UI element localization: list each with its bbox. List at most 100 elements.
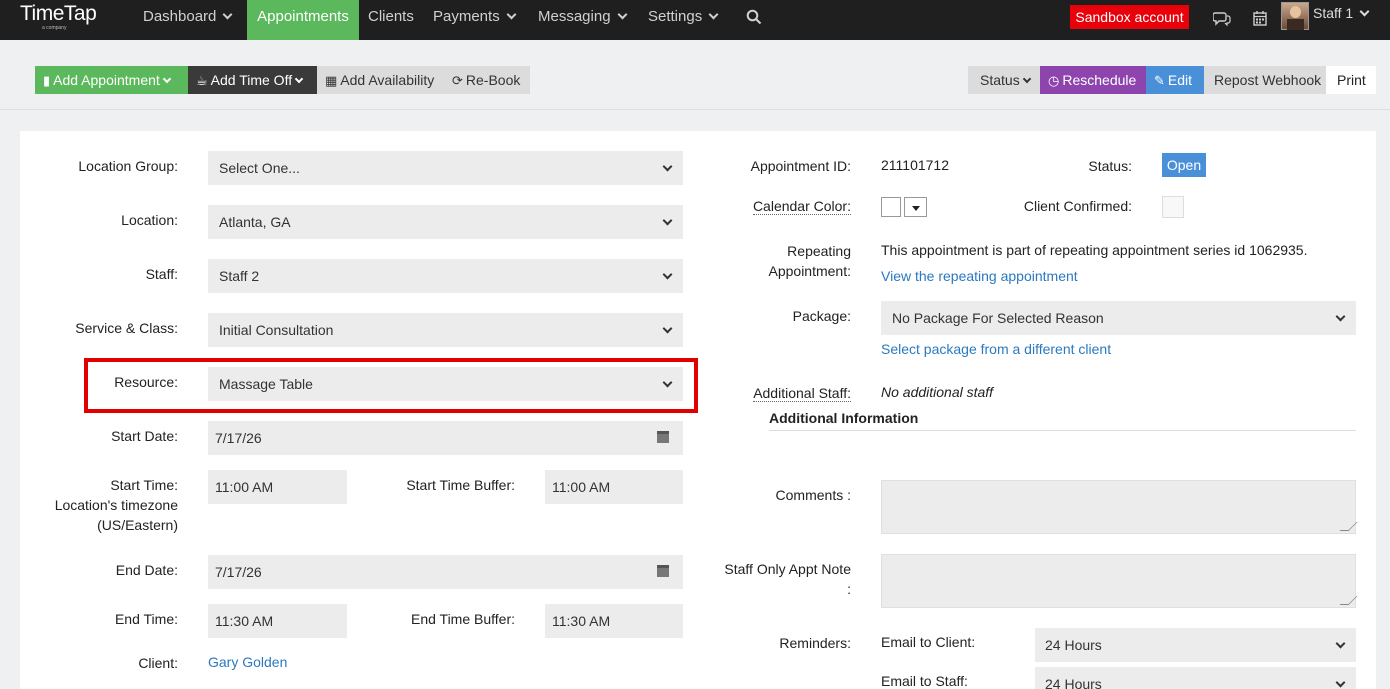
view-repeating-link[interactable]: View the repeating appointment [881, 268, 1078, 284]
comments-textarea[interactable] [881, 480, 1356, 534]
reschedule-button[interactable]: ◷ Reschedule [1040, 66, 1146, 94]
nav-dashboard-label: Dashboard [143, 8, 217, 25]
nav-appointments[interactable]: Appointments [247, 0, 359, 46]
add-availability-label: Add Availability [340, 72, 435, 88]
package-select[interactable]: No Package For Selected Reason [881, 301, 1356, 335]
user-menu[interactable]: Staff 1 [1313, 5, 1370, 21]
print-button[interactable]: Print [1326, 66, 1376, 94]
location-label: Location: [121, 212, 178, 228]
nav-clients[interactable]: Clients [368, 0, 414, 40]
nav-payments[interactable]: Payments [433, 0, 517, 40]
calendar-color-dropdown[interactable] [904, 197, 927, 217]
staff-select[interactable]: Staff 2 [208, 259, 683, 293]
chevron-down-icon [294, 74, 304, 84]
client-label: Client: [138, 655, 178, 671]
end-time-input[interactable]: 11:30 AM [208, 604, 347, 638]
email-staff-label: Email to Staff: [881, 673, 968, 689]
start-buffer-label: Start Time Buffer: [406, 477, 515, 493]
reminders-label: Reminders: [779, 635, 851, 651]
user-avatar[interactable] [1281, 2, 1309, 30]
status-dropdown-button[interactable]: Status [968, 66, 1040, 94]
location-group-select[interactable]: Select One... [208, 151, 683, 185]
section-divider [769, 430, 1356, 431]
sandbox-account-badge: Sandbox account [1070, 5, 1189, 29]
additional-information-heading: Additional Information [769, 410, 919, 426]
staff-label: Staff: [145, 266, 178, 282]
refresh-icon: ⟳ [452, 73, 463, 88]
reschedule-label: Reschedule [1062, 72, 1137, 88]
calendar-icon[interactable] [657, 565, 669, 577]
status-badge: Open [1162, 153, 1206, 177]
status-label: Status: [1088, 158, 1132, 174]
repeating-label-line2: Appointment: [768, 263, 852, 279]
add-appointment-label: Add Appointment [53, 72, 160, 88]
location-group-value: Select One... [219, 160, 300, 176]
nav-messaging-label: Messaging [538, 8, 611, 25]
chevron-down-icon [662, 323, 673, 334]
chevron-down-icon [1335, 677, 1346, 688]
add-availability-button[interactable]: ▦ Add Availability [317, 66, 444, 94]
rebook-button[interactable]: ⟳ Re-Book [444, 66, 530, 94]
clock-icon: ◷ [1048, 73, 1060, 88]
pencil-icon: ✎ [1154, 73, 1165, 88]
start-buffer-value: 11:00 AM [552, 479, 611, 495]
end-buffer-input[interactable]: 11:30 AM [545, 604, 683, 638]
chevron-down-icon [708, 9, 719, 20]
chevron-down-icon [1335, 311, 1346, 322]
timetap-logo[interactable]: TimeTap a company [18, 2, 118, 35]
staff-note-textarea[interactable] [881, 554, 1356, 608]
repost-webhook-button[interactable]: Repost Webhook [1204, 66, 1326, 94]
status-button-label: Status [980, 72, 1020, 88]
chat-icon[interactable] [1213, 10, 1231, 26]
start-time-input[interactable]: 11:00 AM [208, 470, 347, 504]
calendar-color-swatch[interactable] [881, 197, 901, 217]
add-time-off-button[interactable]: ☕ Add Time Off [188, 66, 317, 94]
additional-staff-label-text: Additional Staff: [753, 385, 851, 402]
location-select[interactable]: Atlanta, GA [208, 205, 683, 239]
action-toolbar: ▮ Add Appointment ☕ Add Time Off ▦ Add Avai… [0, 40, 1390, 110]
client-link[interactable]: Gary Golden [208, 654, 287, 670]
start-time-value: 11:00 AM [215, 479, 274, 495]
staff-value: Staff 2 [219, 268, 260, 284]
email-staff-select[interactable]: 24 Hours [1035, 667, 1356, 689]
email-client-label: Email to Client: [881, 634, 976, 650]
service-label: Service & Class: [75, 320, 178, 336]
start-time-label-line1: Start Time: [110, 477, 178, 493]
end-buffer-value: 11:30 AM [552, 613, 611, 629]
service-select[interactable]: Initial Consultation [208, 313, 683, 347]
search-icon[interactable] [746, 9, 762, 25]
print-label: Print [1337, 72, 1366, 88]
comments-label: Comments : [775, 487, 851, 503]
staff-note-label-line1: Staff Only Appt Note [724, 561, 851, 577]
start-date-input[interactable]: 7/17/26 [208, 421, 683, 455]
chevron-down-icon [617, 9, 627, 20]
calendar-icon[interactable] [1253, 10, 1267, 26]
edit-button[interactable]: ✎ Edit [1146, 66, 1204, 94]
appointment-id-label: Appointment ID: [750, 158, 851, 174]
start-buffer-input[interactable]: 11:00 AM [545, 470, 683, 504]
package-label: Package: [792, 308, 851, 324]
chevron-down-icon [662, 215, 673, 226]
resource-highlight-box [84, 358, 698, 413]
nav-appointments-label: Appointments [257, 8, 349, 25]
nav-messaging[interactable]: Messaging [538, 0, 627, 40]
client-confirmed-checkbox[interactable] [1162, 196, 1184, 218]
chevron-down-icon [222, 9, 233, 20]
nav-settings[interactable]: Settings [648, 0, 719, 40]
add-time-off-label: Add Time Off [210, 72, 293, 88]
nav-dashboard[interactable]: Dashboard [131, 0, 243, 40]
calendar-color-label[interactable]: Calendar Color: [700, 196, 851, 216]
select-package-link[interactable]: Select package from a different client [881, 341, 1111, 357]
calendar-icon[interactable] [657, 431, 669, 443]
end-date-input[interactable]: 7/17/26 [208, 555, 683, 589]
start-date-value: 7/17/26 [215, 430, 262, 446]
chevron-down-icon [506, 9, 517, 20]
email-client-select[interactable]: 24 Hours [1035, 628, 1356, 662]
additional-staff-label[interactable]: Additional Staff: [700, 383, 851, 403]
location-group-label: Location Group: [78, 158, 178, 174]
start-time-label-line2: Location's timezone [54, 497, 178, 513]
package-value: No Package For Selected Reason [892, 310, 1104, 326]
add-appointment-button[interactable]: ▮ Add Appointment [35, 66, 188, 94]
start-date-label: Start Date: [111, 428, 178, 444]
end-time-label: End Time: [114, 611, 178, 627]
